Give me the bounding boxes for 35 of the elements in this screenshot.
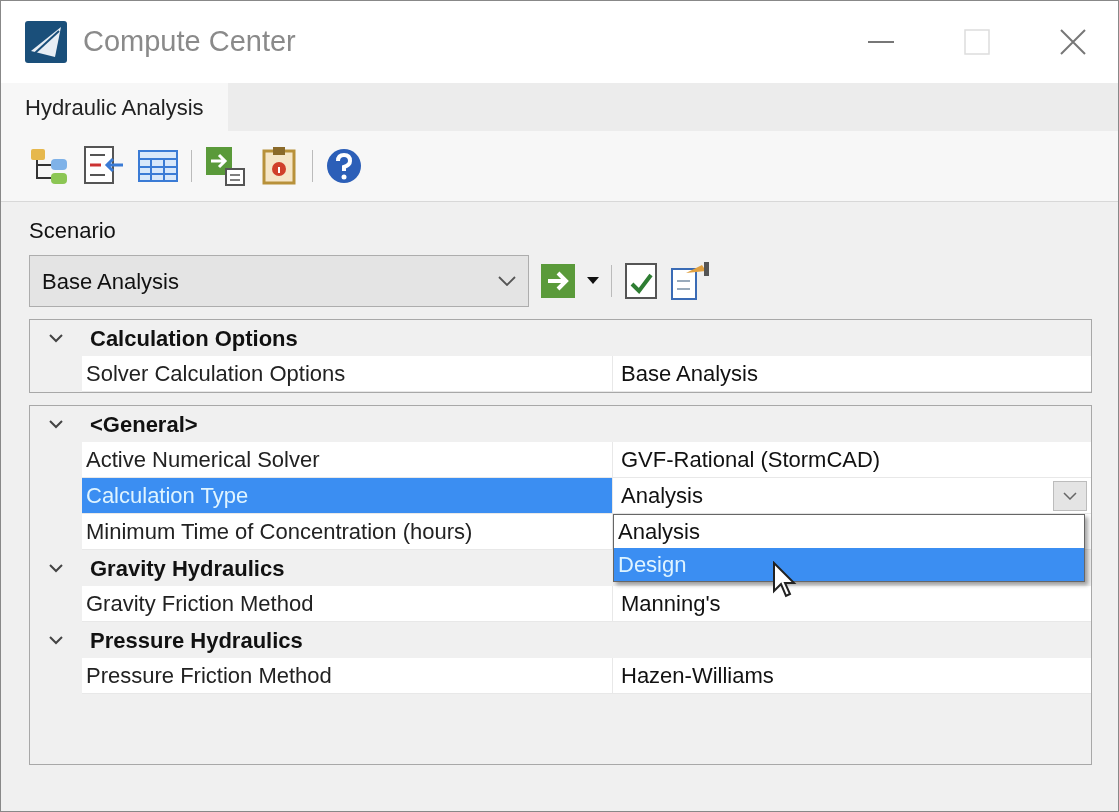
- help-icon[interactable]: [325, 147, 363, 185]
- chevron-down-icon: [1063, 492, 1077, 500]
- chevron-down-icon[interactable]: [48, 635, 64, 645]
- export-icon[interactable]: [204, 145, 246, 187]
- category-header: <General>: [89, 410, 198, 439]
- chevron-down-icon: [498, 276, 516, 286]
- property-name[interactable]: Minimum Time of Concentration (hours): [82, 514, 612, 550]
- app-logo-icon: [25, 21, 67, 63]
- property-name[interactable]: Solver Calculation Options: [82, 356, 612, 392]
- property-value: GVF-Rational (StormCAD): [621, 446, 881, 474]
- dropdown-toggle[interactable]: [1053, 481, 1087, 511]
- caret-down-icon[interactable]: [587, 277, 599, 285]
- import-list-icon[interactable]: [83, 145, 125, 187]
- category-header: Calculation Options: [89, 324, 298, 353]
- scenario-dropdown[interactable]: Base Analysis: [29, 255, 529, 307]
- scenario-label: Scenario: [29, 217, 117, 245]
- property-value: Manning's: [621, 590, 721, 618]
- close-icon[interactable]: [1060, 29, 1086, 55]
- minimize-icon[interactable]: [868, 40, 894, 44]
- property-value: Analysis: [621, 482, 703, 510]
- checklist-icon[interactable]: [624, 262, 658, 300]
- property-name[interactable]: Gravity Friction Method: [82, 586, 612, 622]
- property-name[interactable]: Active Numerical Solver: [82, 442, 612, 478]
- chevron-down-icon[interactable]: [48, 419, 64, 429]
- properties-icon[interactable]: [670, 261, 712, 301]
- chevron-down-icon[interactable]: [48, 333, 64, 343]
- dropdown-option[interactable]: Analysis: [614, 515, 1084, 548]
- property-value: Hazen-Williams: [621, 662, 774, 690]
- category-header: Pressure Hydraulics: [89, 626, 303, 655]
- tab[interactable]: Hydraulic Analysis: [1, 83, 228, 131]
- window-title: Compute Center: [83, 24, 296, 60]
- chevron-down-icon[interactable]: [48, 563, 64, 573]
- property-value: Base Analysis: [621, 360, 758, 388]
- property-name[interactable]: Pressure Friction Method: [82, 658, 612, 694]
- category-header: Gravity Hydraulics: [89, 554, 285, 583]
